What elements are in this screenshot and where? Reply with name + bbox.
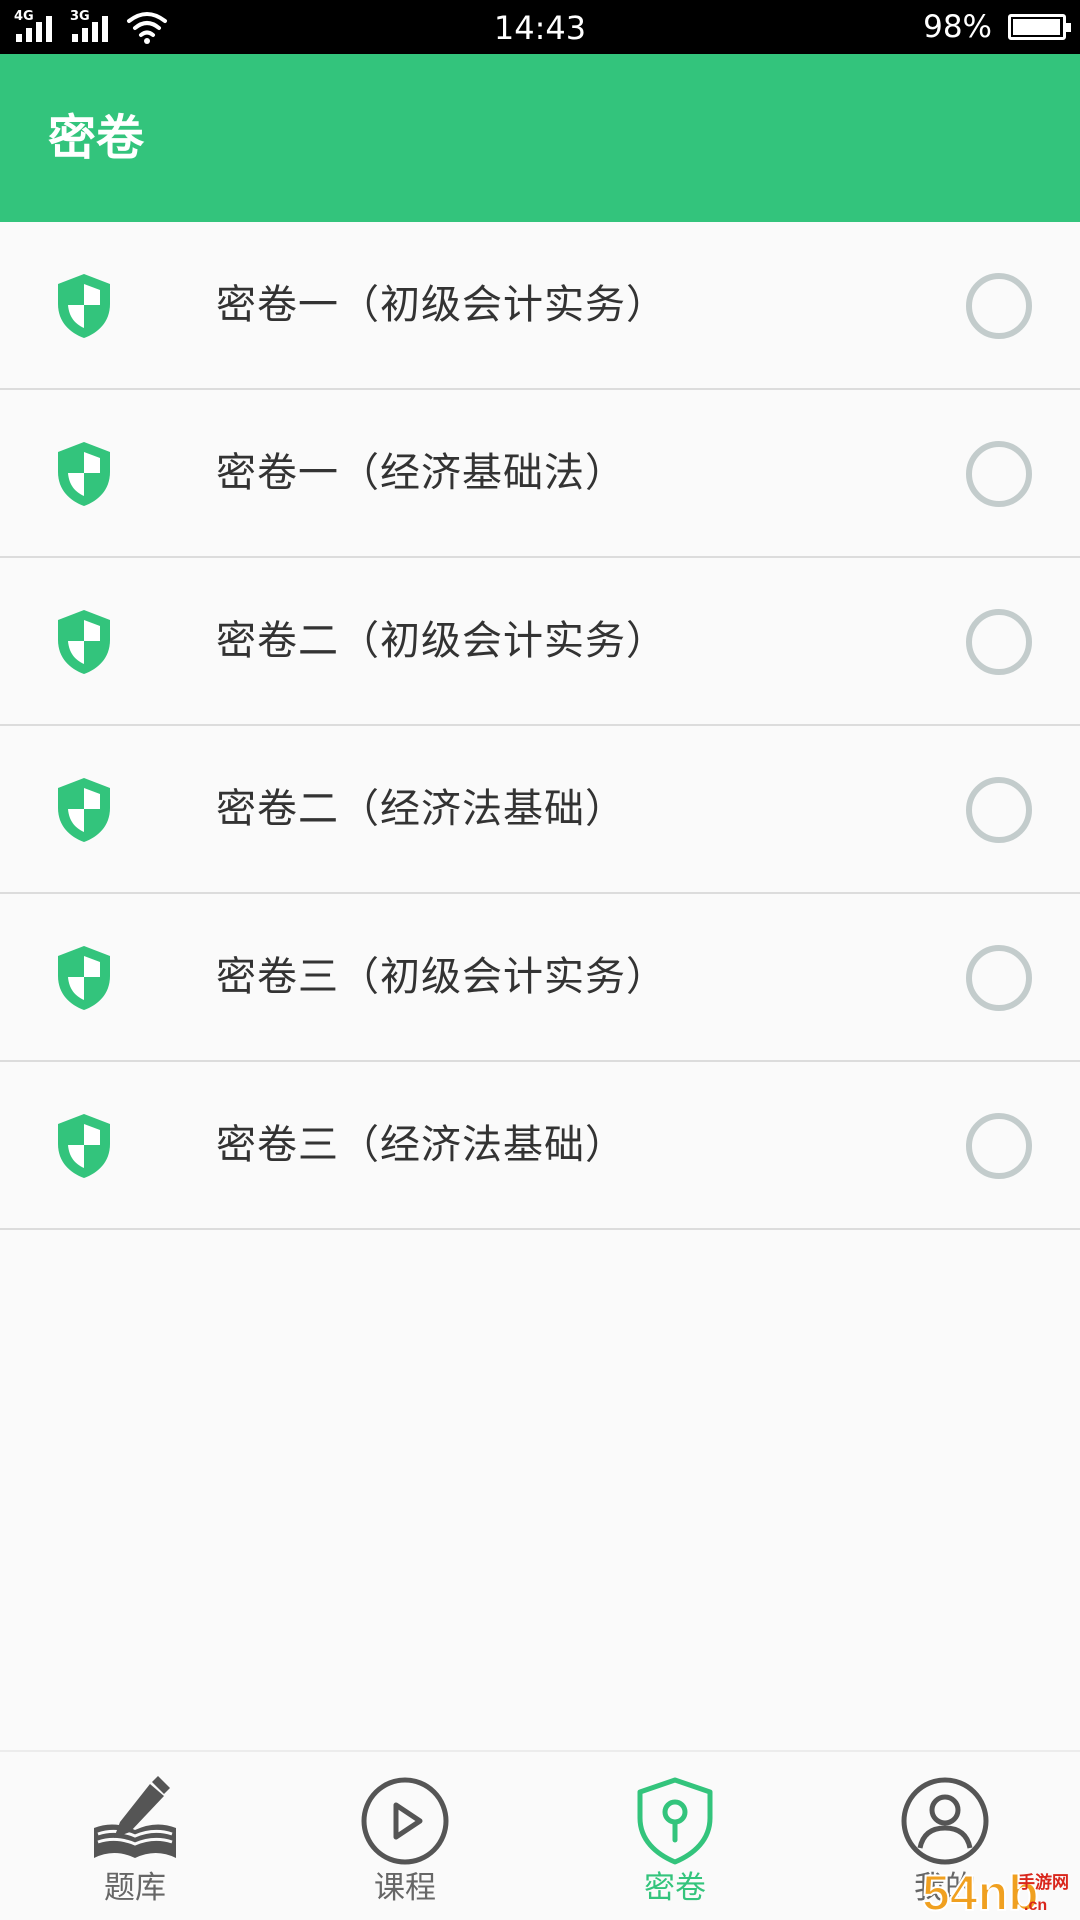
tab-course[interactable]: 课程 [270,1752,540,1920]
tab-secret-paper[interactable]: 密卷 [540,1752,810,1920]
radio-button[interactable] [966,777,1032,843]
play-circle-icon [361,1777,449,1865]
list-item[interactable]: 密卷一（初级会计实务） [0,222,1080,390]
tab-label: 密卷 [644,1870,706,1906]
page-title: 密卷 [48,110,145,166]
shield-icon [58,442,110,506]
book-pen-icon [94,1776,176,1858]
svg-text:.cn: .cn [1024,1897,1047,1914]
list-item[interactable]: 密卷三（初级会计实务） [0,894,1080,1062]
list-item-label: 密卷三（经济法基础） [216,1122,626,1168]
list-item-label: 密卷二（经济法基础） [216,786,626,832]
radio-button[interactable] [966,945,1032,1011]
radio-button[interactable] [966,441,1032,507]
list-item[interactable]: 密卷三（经济法基础） [0,1062,1080,1230]
shield-icon [58,778,110,842]
paper-list: 密卷一（初级会计实务） 密卷一（经济基础法） 密卷二（初级会计实务） 密卷二（经… [0,222,1080,1230]
tab-label: 题库 [104,1870,166,1906]
battery-icon [1008,14,1071,40]
user-circle-icon [901,1777,989,1865]
radio-button[interactable] [966,1113,1032,1179]
list-item-label: 密卷一（初级会计实务） [216,282,667,328]
bottom-nav: 题库 课程 密卷 我的 [0,1750,1080,1920]
list-item-label: 密卷三（初级会计实务） [216,954,667,1000]
status-time: 14:43 [493,9,587,47]
shield-icon [58,274,110,338]
watermark-logo: 54nb 手游网 .cn [921,1864,1069,1920]
radio-button[interactable] [966,273,1032,339]
shield-key-icon [637,1777,713,1865]
list-item-label: 密卷二（初级会计实务） [216,618,667,664]
list-item[interactable]: 密卷二（初级会计实务） [0,558,1080,726]
shield-icon [58,610,110,674]
list-item-label: 密卷一（经济基础法） [216,450,626,496]
status-bar: 4G 3G 14:43 98% [0,0,1080,54]
radio-button[interactable] [966,609,1032,675]
shield-icon [58,946,110,1010]
shield-icon [58,1114,110,1178]
battery-percent: 98% [923,9,992,45]
list-item[interactable]: 密卷二（经济法基础） [0,726,1080,894]
app-bar: 密卷 [0,54,1080,222]
tab-label: 课程 [374,1870,436,1906]
status-bar-right: 98% [923,0,1071,54]
svg-text:手游网: 手游网 [1018,1872,1069,1893]
list-item[interactable]: 密卷一（经济基础法） [0,390,1080,558]
tab-question-bank[interactable]: 题库 [0,1752,270,1920]
screen: 4G 3G 14:43 98% 密卷 密卷一（初级会计实务） 密卷一（经济基础法… [0,0,1080,1920]
